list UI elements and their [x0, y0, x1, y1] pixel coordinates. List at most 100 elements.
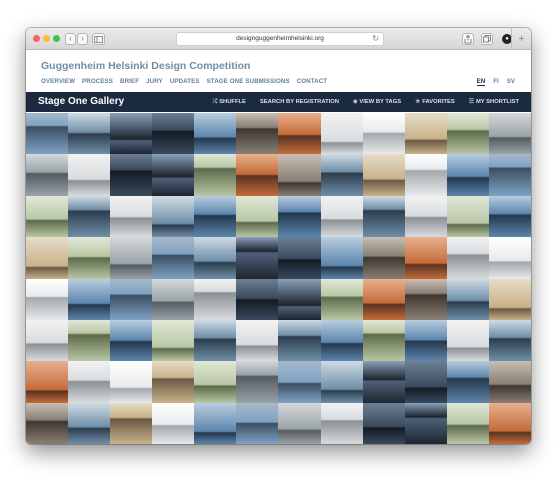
submission-thumbnail[interactable]: [152, 402, 195, 444]
shuffle-button[interactable]: ⤮ SHUFFLE: [213, 99, 246, 106]
submission-thumbnail[interactable]: [320, 319, 363, 362]
submission-thumbnail[interactable]: [236, 237, 279, 279]
submission-thumbnail[interactable]: [26, 278, 69, 320]
submission-thumbnail[interactable]: [320, 361, 363, 403]
submission-thumbnail[interactable]: [320, 237, 363, 279]
submission-thumbnail[interactable]: [110, 278, 153, 320]
submission-thumbnail[interactable]: [362, 361, 405, 403]
submission-thumbnail[interactable]: [236, 154, 279, 196]
submission-thumbnail[interactable]: [446, 319, 489, 362]
submission-thumbnail[interactable]: [362, 113, 405, 155]
nav-process[interactable]: PROCESS: [82, 78, 113, 85]
submission-thumbnail[interactable]: [446, 278, 489, 320]
submission-thumbnail[interactable]: [110, 402, 153, 444]
submission-thumbnail[interactable]: [446, 154, 489, 196]
submission-thumbnail[interactable]: [152, 195, 195, 238]
back-button[interactable]: ‹: [65, 33, 76, 45]
submission-thumbnail[interactable]: [68, 195, 111, 238]
close-window-button[interactable]: [33, 35, 40, 42]
submission-thumbnail[interactable]: [278, 195, 321, 238]
submission-thumbnail[interactable]: [152, 278, 195, 320]
submission-thumbnail[interactable]: [152, 154, 195, 196]
nav-overview[interactable]: OVERVIEW: [41, 78, 75, 85]
search-by-registration-button[interactable]: SEARCH BY REGISTRATION: [260, 99, 339, 106]
submission-thumbnail[interactable]: [278, 278, 321, 320]
nav-stage-one-submissions[interactable]: STAGE ONE SUBMISSIONS: [207, 78, 290, 85]
favorites-button[interactable]: ★ FAVORITES: [415, 99, 455, 106]
submission-thumbnail[interactable]: [320, 195, 363, 238]
submission-thumbnail[interactable]: [68, 154, 111, 196]
submission-thumbnail[interactable]: [320, 113, 363, 155]
submission-thumbnail[interactable]: [152, 319, 195, 362]
submission-thumbnail[interactable]: [68, 319, 111, 362]
submission-thumbnail[interactable]: [278, 361, 321, 403]
submission-thumbnail[interactable]: [236, 195, 279, 238]
submission-thumbnail[interactable]: [488, 195, 531, 238]
submission-thumbnail[interactable]: [68, 278, 111, 320]
submission-thumbnail[interactable]: [236, 361, 279, 403]
submission-thumbnail[interactable]: [26, 361, 69, 403]
submission-thumbnail[interactable]: [404, 278, 447, 320]
submission-thumbnail[interactable]: [488, 319, 531, 362]
submission-thumbnail[interactable]: [194, 361, 237, 403]
submission-thumbnail[interactable]: [152, 361, 195, 403]
submission-thumbnail[interactable]: [194, 113, 237, 155]
site-title[interactable]: Guggenheim Helsinki Design Competition: [41, 60, 250, 72]
submission-thumbnail[interactable]: [278, 113, 321, 155]
submission-thumbnail[interactable]: [236, 113, 279, 155]
share-button[interactable]: [462, 33, 474, 45]
submission-thumbnail[interactable]: [236, 278, 279, 320]
submission-thumbnail[interactable]: [26, 113, 69, 155]
submission-thumbnail[interactable]: [68, 361, 111, 403]
view-by-tags-button[interactable]: ◆ VIEW BY TAGS: [353, 99, 401, 106]
submission-thumbnail[interactable]: [404, 113, 447, 155]
submission-thumbnail[interactable]: [404, 402, 447, 444]
submission-thumbnail[interactable]: [26, 195, 69, 238]
submission-thumbnail[interactable]: [404, 195, 447, 238]
submission-thumbnail[interactable]: [194, 154, 237, 196]
submission-thumbnail[interactable]: [404, 361, 447, 403]
tabs-overview-button[interactable]: [481, 33, 493, 45]
submission-thumbnail[interactable]: [110, 195, 153, 238]
submission-thumbnail[interactable]: [110, 319, 153, 362]
submission-thumbnail[interactable]: [488, 361, 531, 403]
submission-thumbnail[interactable]: [320, 402, 363, 444]
submission-thumbnail[interactable]: [278, 237, 321, 279]
submission-thumbnail[interactable]: [26, 154, 69, 196]
submission-thumbnail[interactable]: [446, 113, 489, 155]
submission-thumbnail[interactable]: [278, 154, 321, 196]
lang-en[interactable]: EN: [476, 78, 486, 86]
sidebar-toggle-button[interactable]: [92, 33, 105, 45]
submission-thumbnail[interactable]: [320, 278, 363, 320]
submission-thumbnail[interactable]: [362, 154, 405, 196]
submission-thumbnail[interactable]: [278, 319, 321, 362]
forward-button[interactable]: ›: [77, 33, 88, 45]
nav-contact[interactable]: CONTACT: [297, 78, 328, 85]
submission-thumbnail[interactable]: [26, 237, 69, 279]
new-tab-button[interactable]: +: [511, 28, 531, 50]
submission-thumbnail[interactable]: [404, 154, 447, 196]
nav-brief[interactable]: BRIEF: [120, 78, 139, 85]
submission-thumbnail[interactable]: [488, 402, 531, 444]
submission-thumbnail[interactable]: [488, 278, 531, 320]
submission-thumbnail[interactable]: [194, 237, 237, 279]
submission-thumbnail[interactable]: [26, 319, 69, 362]
my-shortlist-button[interactable]: ☰ MY SHORTLIST: [469, 99, 519, 106]
submission-thumbnail[interactable]: [278, 402, 321, 444]
submission-thumbnail[interactable]: [194, 402, 237, 444]
submission-thumbnail[interactable]: [110, 237, 153, 279]
submission-thumbnail[interactable]: [404, 319, 447, 362]
submission-thumbnail[interactable]: [152, 113, 195, 155]
nav-jury[interactable]: JURY: [146, 78, 163, 85]
submission-thumbnail[interactable]: [110, 154, 153, 196]
minimize-window-button[interactable]: [43, 35, 50, 42]
submission-thumbnail[interactable]: [488, 237, 531, 279]
submission-thumbnail[interactable]: [404, 237, 447, 279]
submission-thumbnail[interactable]: [152, 237, 195, 279]
submission-thumbnail[interactable]: [362, 237, 405, 279]
submission-thumbnail[interactable]: [236, 319, 279, 362]
address-bar[interactable]: designguggenheimhelsinki.org ↻: [176, 32, 384, 46]
submission-thumbnail[interactable]: [446, 195, 489, 238]
submission-thumbnail[interactable]: [110, 113, 153, 155]
submission-thumbnail[interactable]: [446, 402, 489, 444]
